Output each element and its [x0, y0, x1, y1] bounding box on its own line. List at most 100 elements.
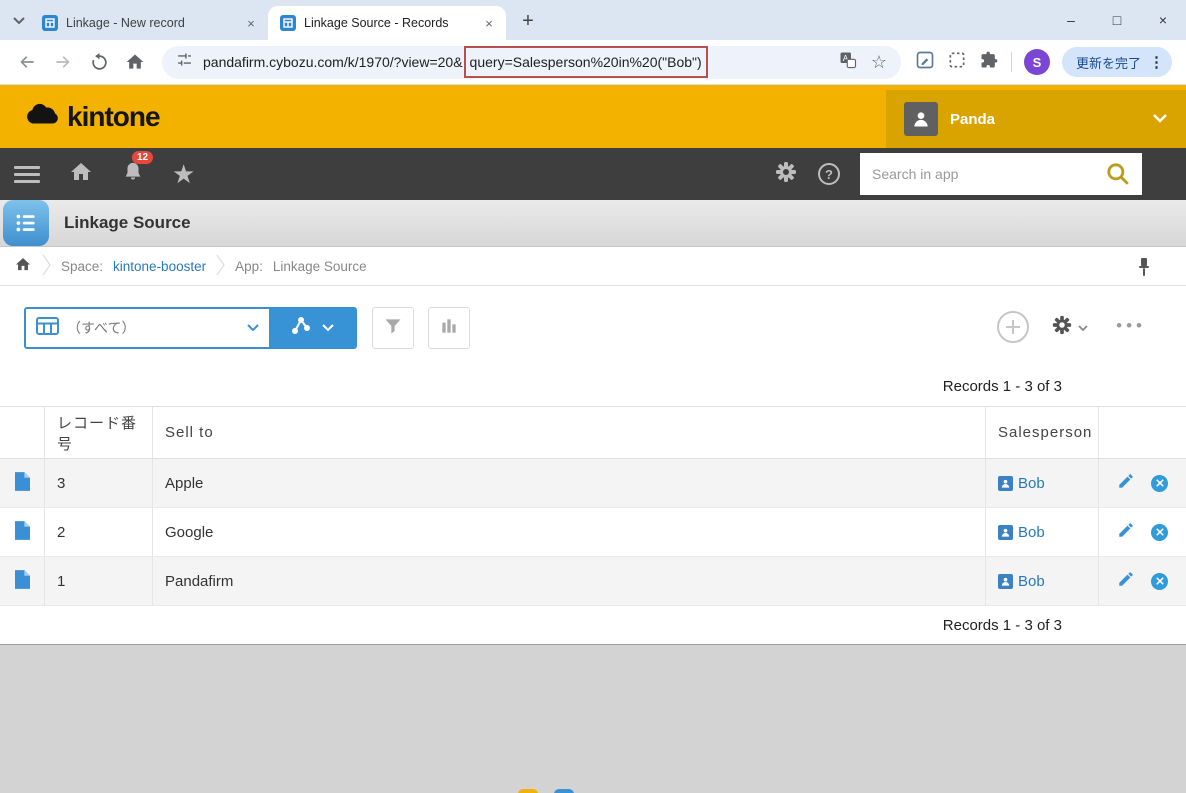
- window-controls: – □ ×: [1048, 0, 1186, 40]
- user-icon: [998, 524, 1013, 540]
- document-icon[interactable]: [14, 569, 30, 593]
- bookmark-star-icon[interactable]: ☆: [871, 52, 887, 73]
- url-prefix: pandafirm.cybozu.com/k/1970/?view=20&: [203, 54, 463, 70]
- add-record-button[interactable]: [996, 310, 1030, 349]
- view-selector: （すべて）: [24, 307, 357, 349]
- capture-selection-icon[interactable]: [947, 50, 967, 75]
- user-avatar-icon: [904, 102, 938, 136]
- delete-icon[interactable]: [1151, 572, 1168, 590]
- bar-chart-icon: [439, 316, 459, 341]
- row-actions: [1098, 557, 1186, 605]
- edit-pencil-icon[interactable]: [1117, 521, 1135, 543]
- notifications-bell-icon[interactable]: 12: [122, 150, 154, 189]
- sell-to-cell: Google: [152, 508, 985, 556]
- table-view-icon: [36, 316, 59, 340]
- tab-close-icon[interactable]: ×: [242, 14, 260, 32]
- gear-icon: [1051, 314, 1073, 341]
- document-icon[interactable]: [14, 520, 30, 544]
- app-icon[interactable]: [3, 200, 49, 246]
- address-bar-actions: A ☆: [839, 51, 887, 74]
- cutoff-blue-element: [554, 789, 574, 793]
- pin-icon[interactable]: [1138, 257, 1150, 280]
- toolbar-right: S 更新を完了 ⋮: [911, 47, 1176, 77]
- new-tab-button[interactable]: +: [514, 7, 542, 35]
- app-header: Linkage Source: [0, 200, 1186, 247]
- portal-home-icon[interactable]: [68, 160, 94, 189]
- settings-gear-icon[interactable]: [774, 160, 798, 189]
- user-name: Panda: [950, 110, 996, 128]
- header-salesperson[interactable]: Salesperson: [985, 407, 1098, 458]
- app-settings-button[interactable]: [1051, 314, 1088, 341]
- close-icon[interactable]: ×: [1140, 0, 1186, 40]
- breadcrumb-separator-icon: [216, 254, 225, 279]
- salesperson-link[interactable]: Bob: [1018, 524, 1045, 541]
- user-menu[interactable]: Panda: [886, 90, 1186, 148]
- maximize-icon[interactable]: □: [1094, 0, 1140, 40]
- delete-icon[interactable]: [1151, 523, 1168, 541]
- search-icon[interactable]: [1094, 153, 1142, 195]
- home-icon[interactable]: [118, 45, 152, 79]
- more-options-icon[interactable]: •••: [1116, 316, 1146, 336]
- chevron-down-icon: [13, 12, 25, 30]
- forward-icon[interactable]: [46, 45, 80, 79]
- back-icon[interactable]: [10, 45, 44, 79]
- favorites-star-icon[interactable]: ★: [172, 161, 195, 187]
- table-row[interactable]: 1 Pandafirm Bob: [0, 557, 1186, 606]
- tab-title: Linkage - New record: [66, 16, 185, 30]
- salesperson-link[interactable]: Bob: [1018, 475, 1045, 492]
- sell-to-cell: Pandafirm: [152, 557, 985, 605]
- reload-icon[interactable]: [82, 45, 116, 79]
- help-icon[interactable]: ?: [818, 163, 840, 185]
- header-actions: [1098, 407, 1186, 458]
- kintone-logo[interactable]: kintone: [22, 101, 161, 133]
- site-settings-icon[interactable]: [176, 51, 193, 73]
- salesperson-link[interactable]: Bob: [1018, 573, 1045, 590]
- view-dropdown[interactable]: （すべて）: [26, 309, 269, 347]
- browser-tab-inactive[interactable]: Linkage - New record ×: [30, 6, 268, 40]
- user-icon: [998, 475, 1013, 491]
- browser-menu-icon[interactable]: ⋮: [1149, 53, 1164, 71]
- table-header-row: レコード番号 Sell to Salesperson: [0, 407, 1186, 459]
- graph-view-button[interactable]: [269, 309, 355, 347]
- header-sell-to[interactable]: Sell to: [152, 407, 985, 458]
- profile-avatar[interactable]: S: [1023, 49, 1050, 75]
- hamburger-menu-icon[interactable]: [14, 162, 40, 187]
- annotate-icon[interactable]: [915, 50, 935, 75]
- user-icon: [998, 573, 1013, 589]
- chevron-down-icon: [322, 319, 334, 337]
- records-table: レコード番号 Sell to Salesperson 3 Apple Bob 2…: [0, 406, 1186, 606]
- kintone-favicon-icon: [42, 15, 58, 31]
- table-row[interactable]: 3 Apple Bob: [0, 459, 1186, 508]
- browser-tab-strip: Linkage - New record × Linkage Source - …: [0, 0, 1186, 40]
- page-background: [0, 644, 1186, 793]
- browser-update-button[interactable]: 更新を完了 ⋮: [1061, 47, 1172, 77]
- filter-button[interactable]: [372, 307, 414, 349]
- header-icon-cell: [0, 407, 44, 458]
- breadcrumb-space-link[interactable]: kintone-booster: [113, 259, 206, 274]
- toolbar-divider: [1010, 52, 1012, 72]
- minimize-icon[interactable]: –: [1048, 0, 1094, 40]
- global-nav: 12 ★ ?: [0, 148, 1186, 200]
- record-number-cell: 2: [44, 508, 152, 556]
- extensions-puzzle-icon[interactable]: [979, 50, 999, 75]
- tab-close-icon[interactable]: ×: [480, 14, 498, 32]
- delete-icon[interactable]: [1151, 474, 1168, 492]
- row-actions: [1098, 459, 1186, 507]
- browser-tab-active[interactable]: Linkage Source - Records ×: [268, 6, 506, 40]
- chart-button[interactable]: [428, 307, 470, 349]
- chevron-down-icon: [1078, 319, 1088, 337]
- tab-title: Linkage Source - Records: [304, 16, 449, 30]
- tab-search-button[interactable]: [8, 6, 30, 36]
- edit-pencil-icon[interactable]: [1117, 570, 1135, 592]
- edit-pencil-icon[interactable]: [1117, 472, 1135, 494]
- home-icon[interactable]: [14, 256, 32, 276]
- record-number-cell: 3: [44, 459, 152, 507]
- search-input[interactable]: [860, 153, 1094, 195]
- document-icon[interactable]: [14, 471, 30, 495]
- table-row[interactable]: 2 Google Bob: [0, 508, 1186, 557]
- header-record-number[interactable]: レコード番号: [44, 407, 152, 458]
- kintone-header: kintone Panda: [0, 85, 1186, 148]
- graph-icon: [290, 315, 312, 342]
- address-bar[interactable]: pandafirm.cybozu.com/k/1970/?view=20& que…: [162, 45, 901, 79]
- translate-icon[interactable]: A: [839, 51, 857, 74]
